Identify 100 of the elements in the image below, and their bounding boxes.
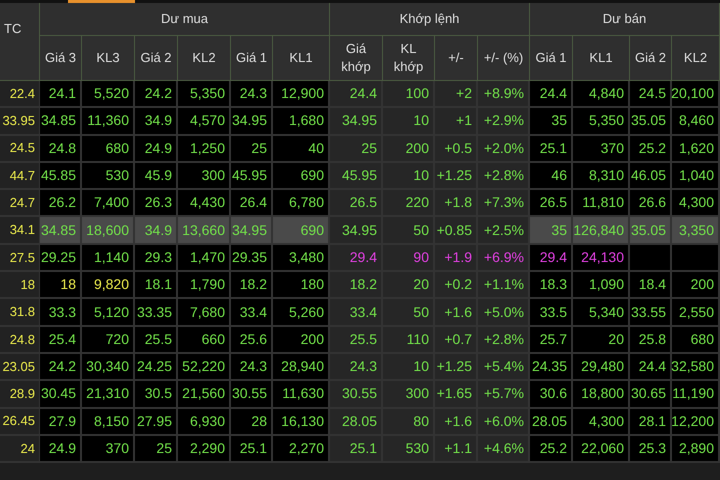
table-cell-text: +1.65 <box>436 384 472 404</box>
column-header[interactable]: KL3 <box>96 49 120 67</box>
table-cell-text: 24.4 <box>638 357 666 376</box>
table-cell-text: 26.6 <box>638 193 666 212</box>
table-cell-text: +2 <box>456 84 472 104</box>
table-cell-text: 6,930 <box>190 412 225 431</box>
table-cell-text: 11,190 <box>672 384 714 404</box>
group-header: Dư bán <box>602 10 646 28</box>
table-cell-text: 18,600 <box>86 220 129 240</box>
table-cell-text: 28.05 <box>342 412 377 431</box>
table-row[interactable]: 18 18 9,820 18.1 1,790 18.2 180 18.2 20 +0.2 +1.1% 18.3 1,090 18.4 200 <box>0 272 720 300</box>
table-cell-text: 690 <box>300 166 324 186</box>
reference-price: 24.5 <box>10 139 35 158</box>
table-row[interactable]: 24.8 25.4 720 25.5 660 25.6 200 25.5 110 +0.7 +2.8% 25.7 20 25.8 680 <box>0 326 720 354</box>
table-cell-text: 24.8 <box>48 138 76 158</box>
table-cell-text: +0.85 <box>436 220 472 240</box>
column-header[interactable]: +/- (%) <box>484 49 524 67</box>
table-cell-text: +5.0% <box>484 302 524 322</box>
reference-price: 34.1 <box>10 221 35 240</box>
table-cell-text: 1,470 <box>190 248 225 267</box>
table-row[interactable]: 23.05 24.2 30,340 24.25 52,220 24.3 28,940 24.3 10 +1.25 +5.4% 24.35 29,480 24.4 32,580 <box>0 354 720 382</box>
table-row[interactable]: 22.4 24.1 5,520 24.2 5,350 24.3 12,900 24.4 100 +2 +8.9% 24.4 4,840 24.5 20,100 <box>0 81 720 108</box>
reference-price: 24.8 <box>10 330 35 349</box>
table-cell-text: 34.9 <box>144 220 172 240</box>
table-cell-text: 21,560 <box>182 384 225 404</box>
table-cell-text: 46 <box>551 166 567 186</box>
table-cell-text: 2,270 <box>288 439 324 458</box>
table-cell-text: 720 <box>106 330 129 349</box>
table-row[interactable]: 44.7 45.85 530 45.9 300 45.95 690 45.95 10 +1.25 +2.8% 46 8,310 46.05 1,040 <box>0 162 720 190</box>
table-cell-text: 34.85 <box>40 111 76 130</box>
table-cell-text: 18.3 <box>540 275 567 294</box>
column-header[interactable]: Giá 2 <box>140 49 172 67</box>
table-cell-text: 33.3 <box>48 302 76 322</box>
table-cell-text: 24.3 <box>240 357 267 376</box>
column-header[interactable]: +/- <box>448 49 464 67</box>
table-cell-text: 660 <box>202 330 225 349</box>
table-cell-text: 5,120 <box>94 302 129 322</box>
table-cell-text: +2.8% <box>484 166 524 186</box>
table-row[interactable]: 24.7 26.2 7,400 26.3 4,430 26.4 6,780 26.5 220 +1.8 +7.3% 26.5 11,810 26.6 4,300 <box>0 190 720 218</box>
column-header[interactable]: KL2 <box>192 49 216 67</box>
table-cell-text: 24.4 <box>540 84 567 104</box>
table-cell-text: 11,810 <box>582 193 624 212</box>
column-header[interactable]: Giá 2 <box>634 49 666 67</box>
table-cell-text: 25 <box>251 138 267 158</box>
table-cell-text: 1,040 <box>678 166 714 186</box>
table-row[interactable]: 24 24.9 370 25 2,290 25.1 2,270 25.1 530 +1.1 +4.6% 25.2 22,060 25.3 2,890 <box>0 436 720 464</box>
table-row[interactable]: 33.95 34.85 11,360 34.9 4,570 34.95 1,680 34.95 10 +1 +2.9% 35 5,350 35.05 8,460 <box>0 108 720 136</box>
column-header[interactable]: KL2 <box>684 49 708 67</box>
column-header[interactable]: KL1 <box>589 49 613 67</box>
table-cell-text: 300 <box>202 166 225 186</box>
table-cell-text: 29.3 <box>144 248 172 267</box>
table-cell-text: 4,430 <box>190 193 225 212</box>
table-cell-text: +5.7% <box>484 384 524 404</box>
table-cell-text: 4,300 <box>588 412 624 431</box>
table-cell-text: 24.4 <box>350 84 377 104</box>
table-cell-text: 24.9 <box>48 439 76 458</box>
table-cell-text: 26.5 <box>350 193 377 212</box>
column-header[interactable]: Giá 3 <box>44 49 76 67</box>
table-row[interactable]: 26.45 27.9 8,150 27.95 6,930 28 16,130 28.05 80 +1.6 +6.0% 28.05 4,300 28.1 12,200 <box>0 408 720 436</box>
table-cell-text: 25.1 <box>240 439 267 458</box>
column-header[interactable]: KL1 <box>289 49 313 67</box>
table-row[interactable]: 31.8 33.3 5,120 33.35 7,680 33.4 5,260 33.4 50 +1.6 +5.0% 33.5 5,340 33.55 2,550 <box>0 299 720 327</box>
table-cell-text: 370 <box>600 138 624 158</box>
table-cell-text: 1,090 <box>588 275 624 294</box>
table-cell-text: 33.4 <box>350 302 377 322</box>
table-row[interactable]: 27.5 29.25 1,140 29.3 1,470 29.35 3,480 29.4 90 +1.9 +6.9% 29.4 24,130 <box>0 244 720 272</box>
column-header[interactable]: KL khớp <box>390 40 428 76</box>
column-header[interactable]: Giá 1 <box>236 49 268 67</box>
table-cell-text: 220 <box>406 193 429 212</box>
table-cell-text: 33.35 <box>136 302 172 322</box>
table-cell-text: 680 <box>690 330 714 349</box>
table-row[interactable]: 28.9 30.45 21,310 30.5 21,560 30.55 11,630 30.55 300 +1.65 +5.7% 30.6 18,800 30.65 11,190 <box>0 381 720 409</box>
table-cell-text: 24.2 <box>144 84 172 104</box>
table-cell-text: 680 <box>106 138 129 158</box>
table-cell-text: 690 <box>300 220 324 240</box>
table-row[interactable]: 24.5 24.8 680 24.9 1,250 25 40 25 200 +0.5 +2.0% 25.1 370 25.2 1,620 <box>0 136 720 163</box>
table-cell-text: 24,130 <box>581 248 624 267</box>
table-cell-text: 32,580 <box>671 357 714 376</box>
table-cell-text: 30.5 <box>144 384 172 404</box>
table-cell-text: 25.8 <box>638 330 666 349</box>
table-cell-text: 1,680 <box>288 111 324 130</box>
table-cell-text: 25 <box>361 138 377 158</box>
table-cell-text: 29.4 <box>350 248 377 267</box>
table-cell-text: 20 <box>413 275 429 294</box>
column-header[interactable]: Giá 1 <box>535 49 567 67</box>
table-cell-text: 25.2 <box>638 138 666 158</box>
table-cell-text: 34.95 <box>232 220 267 240</box>
table-cell-text: 4,570 <box>190 111 225 130</box>
group-header: Dư mua <box>161 10 208 28</box>
table-cell-text: +1.25 <box>436 357 472 376</box>
table-cell-text: 34.95 <box>232 111 267 130</box>
column-header[interactable]: Giá khớp <box>337 40 375 76</box>
table-cell-text: 40 <box>308 138 324 158</box>
table-cell-text: 46.05 <box>630 166 666 186</box>
table-cell-text: 180 <box>300 275 324 294</box>
table-cell-text: 370 <box>106 439 129 458</box>
table-cell-text: 9,820 <box>94 275 129 294</box>
table-cell-text: +0.5 <box>444 138 472 158</box>
table-cell-text: 35.05 <box>630 111 666 130</box>
table-row[interactable]: 34.1 34.85 18,600 34.9 13,660 34.95 690 34.95 50 +0.85 +2.5% 35 126,840 35.05 3,350 <box>0 217 720 245</box>
